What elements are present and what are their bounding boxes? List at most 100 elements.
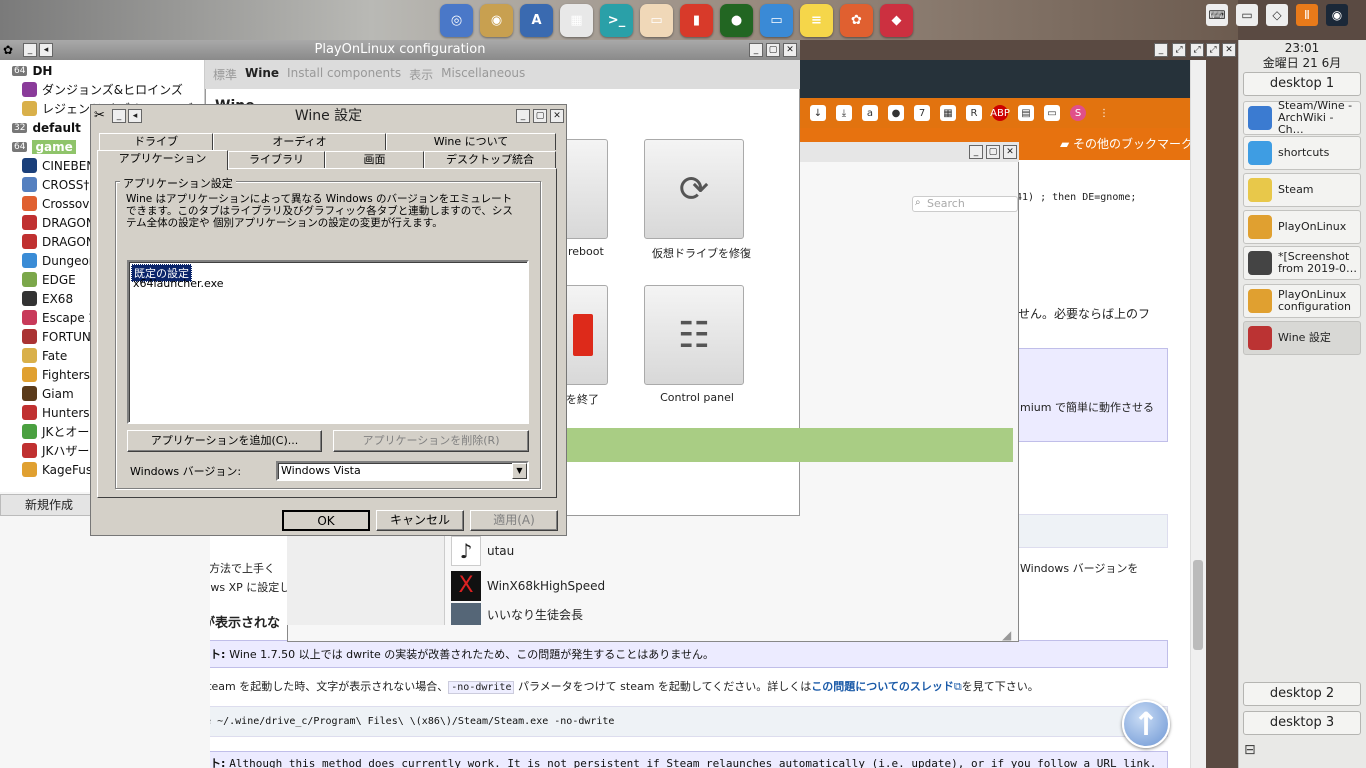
other-bookmarks[interactable]: その他のブックマーク — [1073, 137, 1193, 151]
restore-icon[interactable]: ⤢ — [1190, 43, 1204, 57]
tab-drives[interactable]: ドライブ — [99, 133, 213, 150]
audio-icon[interactable]: ▮ — [680, 3, 713, 37]
globe-icon[interactable]: ● — [720, 3, 753, 37]
task-item[interactable]: Steam — [1243, 173, 1361, 207]
close-icon[interactable]: ✕ — [783, 43, 797, 57]
tree-prefix[interactable]: 64 game — [12, 137, 76, 156]
tree-item[interactable]: EX68 — [22, 289, 73, 308]
steam-icon[interactable]: ◉ — [1326, 4, 1348, 26]
folder-ext-icon[interactable]: ▭ — [1044, 105, 1060, 121]
tree-item[interactable]: DRAGON — [22, 232, 95, 251]
terminal-icon[interactable]: >_ — [600, 3, 633, 37]
dropbox-icon[interactable]: ◇ — [1266, 4, 1288, 26]
maximize-icon[interactable]: ▢ — [533, 109, 547, 123]
tab-audio[interactable]: オーディオ — [213, 133, 386, 150]
thread-link[interactable]: この問題についてのスレッド — [811, 680, 954, 693]
r-icon[interactable]: R — [966, 105, 982, 121]
desktop-1-button[interactable]: desktop 1 — [1243, 72, 1361, 96]
scrollbar-thumb[interactable] — [1193, 560, 1203, 650]
list-item[interactable]: X WinX68kHighSpeed — [451, 569, 605, 603]
tree-item[interactable]: ダンジョンズ&ヒロインズ — [22, 80, 183, 99]
tab-install-components[interactable]: Install components — [287, 66, 401, 83]
chevron-down-icon[interactable]: ▼ — [512, 463, 527, 479]
minimize-icon[interactable]: _ — [23, 43, 37, 57]
tab-display[interactable]: 表示 — [409, 66, 433, 83]
owl-icon[interactable]: ◉ — [480, 3, 513, 37]
resize-grip-icon[interactable]: ◢ — [1002, 628, 1011, 642]
apply-button[interactable]: 適用(A) — [470, 510, 558, 531]
browser-scrollbar[interactable] — [1190, 60, 1206, 768]
display-icon[interactable]: ▭ — [1236, 4, 1258, 26]
minimize-icon[interactable]: _ — [749, 43, 763, 57]
add-application-button[interactable]: アプリケーションを追加(C)... — [127, 430, 322, 452]
fullscreen-icon[interactable]: ⤢ — [1206, 43, 1220, 57]
tree-item[interactable]: Fate — [22, 346, 67, 365]
search-input[interactable]: Search — [912, 196, 1018, 212]
pin-icon[interactable]: ◂ — [39, 43, 53, 57]
control-panel-button[interactable]: ☷ — [644, 285, 744, 385]
task-item[interactable]: *[Screenshot from 2019-0… — [1243, 246, 1361, 280]
scroll-top-button[interactable]: ↑ — [1122, 700, 1170, 748]
seven-icon[interactable]: 7 — [914, 105, 930, 121]
tab-miscellaneous[interactable]: Miscellaneous — [441, 66, 525, 83]
calc-icon[interactable]: ▦ — [560, 3, 593, 37]
desktop-2-button[interactable]: desktop 2 — [1243, 682, 1361, 706]
save-icon[interactable]: ⤓ — [836, 105, 852, 121]
tab-graphics[interactable]: 画面 — [325, 151, 424, 168]
tab-general[interactable]: 標準 — [213, 66, 237, 83]
book-icon[interactable]: ▤ — [1018, 105, 1034, 121]
close-icon[interactable]: ✕ — [1003, 145, 1017, 159]
tab-about[interactable]: Wine について — [386, 133, 556, 150]
ok-button[interactable]: OK — [282, 510, 370, 531]
list-item-x64launcher[interactable]: x64launcher.exe — [133, 277, 224, 290]
pin-icon[interactable]: ◂ — [128, 109, 142, 123]
record-icon[interactable]: ● — [888, 105, 904, 121]
keyboard-icon[interactable]: ⌨ — [1206, 4, 1228, 26]
tab-wine[interactable]: Wine — [245, 66, 279, 83]
windows-version-select[interactable]: Windows Vista ▼ — [276, 461, 529, 481]
clock[interactable]: 23:01 金曜日 21 6月 — [1238, 40, 1366, 71]
tree-item[interactable]: FORTUNE — [22, 327, 98, 346]
pause-icon[interactable]: Ⅱ — [1296, 4, 1318, 26]
download-icon[interactable]: ↓ — [810, 105, 826, 121]
list-item[interactable]: ♪ utau — [451, 534, 514, 568]
window-list-icon[interactable]: ⊟ — [1244, 742, 1266, 760]
ruby-icon[interactable]: ◆ — [880, 3, 913, 37]
close-icon[interactable]: ✕ — [550, 109, 564, 123]
minimize-icon[interactable]: _ — [1154, 43, 1168, 57]
tree-item[interactable]: Hunters — [22, 403, 90, 422]
tree-item[interactable]: Escape 2 — [22, 308, 96, 327]
desktop-3-button[interactable]: desktop 3 — [1243, 711, 1361, 735]
minimize-icon[interactable]: _ — [112, 109, 126, 123]
puzzle-icon[interactable]: ▦ — [940, 105, 956, 121]
tree-item[interactable]: EDGE — [22, 270, 76, 289]
notes-icon[interactable]: ≡ — [800, 3, 833, 37]
menu-icon[interactable]: ⋮ — [1096, 105, 1112, 121]
remove-application-button[interactable]: アプリケーションを削除(R) — [333, 430, 529, 452]
files-icon[interactable]: ▭ — [640, 3, 673, 37]
task-item[interactable]: PlayOnLinux configuration — [1243, 284, 1361, 318]
acme-icon[interactable]: A — [520, 3, 553, 37]
minimize-icon[interactable]: _ — [516, 109, 530, 123]
new-prefix-button[interactable]: 新規作成 — [0, 494, 98, 516]
tree-item[interactable]: Dungeon — [22, 251, 96, 270]
minimize-icon[interactable]: _ — [969, 145, 983, 159]
adblock-icon[interactable]: ABP — [990, 105, 1010, 121]
task-item[interactable]: shortcuts — [1243, 136, 1361, 170]
tree-item[interactable]: DRAGON — [22, 213, 95, 232]
profile-icon[interactable]: S — [1070, 105, 1086, 121]
window-icon[interactable]: ▭ — [760, 3, 793, 37]
close-icon[interactable]: ✕ — [1222, 43, 1236, 57]
maximize-icon[interactable]: ▢ — [986, 145, 1000, 159]
tab-libraries[interactable]: ライブラリ — [228, 151, 325, 168]
amazon-icon[interactable]: a — [862, 105, 878, 121]
tree-item[interactable]: Fighters — [22, 365, 90, 384]
playonlinux-icon[interactable]: ✿ — [840, 3, 873, 37]
application-list[interactable]: 既定の設定 x64launcher.exe — [127, 260, 529, 424]
tab-applications[interactable]: アプリケーション — [97, 150, 228, 170]
maximize-icon[interactable]: ⤢ — [1172, 43, 1186, 57]
tree-prefix[interactable]: 64 DH — [12, 61, 52, 80]
tree-item[interactable]: KageFus — [22, 460, 92, 479]
task-item[interactable]: Steam/Wine - ArchWiki - Ch… — [1243, 100, 1361, 136]
cancel-button[interactable]: キャンセル — [376, 510, 464, 531]
